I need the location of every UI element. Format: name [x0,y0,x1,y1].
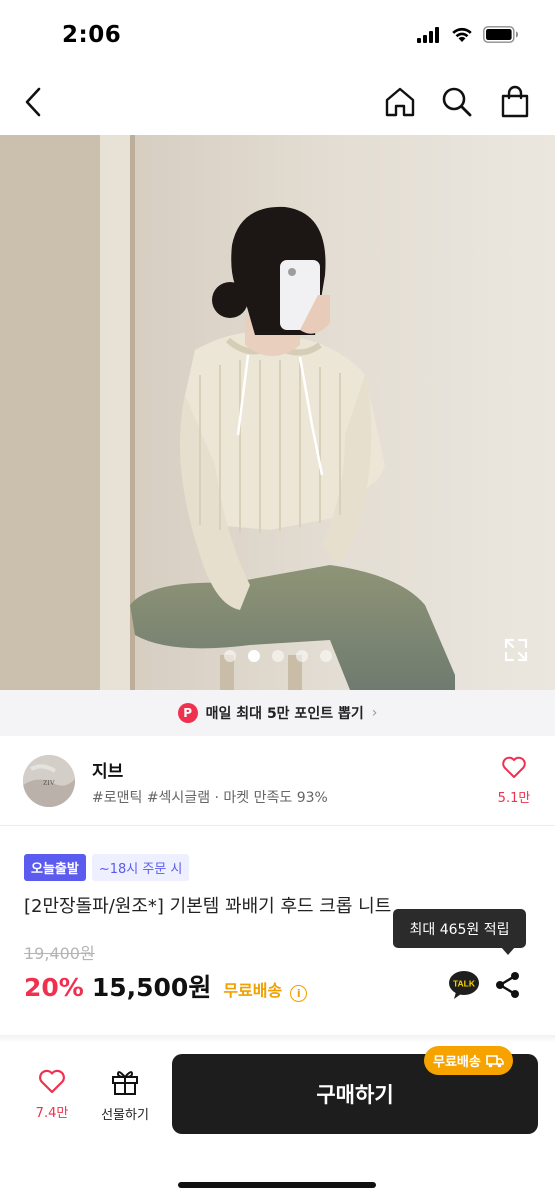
point-badge-icon: P [177,703,198,723]
badge-order-deadline: ~18시 주문 시 [91,854,190,881]
point-lottery-banner[interactable]: P 매일 최대 5만 포인트 뽑기 › [0,690,555,736]
bottom-bar-separator [0,1035,555,1043]
battery-icon [483,26,518,43]
divider [0,825,555,826]
free-shipping-pill-label: 무료배송 [433,1055,481,1070]
wifi-icon [452,27,472,42]
share-icon [496,972,519,998]
status-time: 2:06 [62,22,122,48]
store-name[interactable]: 지브 [92,757,123,782]
like-count: 7.4만 [35,1106,69,1121]
cart-button[interactable] [495,82,535,122]
free-shipping-label: 무료배송 [223,981,283,1000]
svg-text:TALK: TALK [453,979,476,989]
shopping-bag-icon [501,85,529,118]
kakao-talk-icon: TALK [449,971,479,999]
gift-label: 선물하기 [101,1108,149,1123]
chevron-right-icon: › [371,705,378,721]
search-icon [442,87,472,117]
tooltip-tail [501,947,515,955]
point-banner-text: 매일 최대 5만 포인트 뽑기 [205,706,364,722]
svg-text:ZIV: ZIV [43,779,55,787]
status-bar: 2:06 [0,0,555,72]
free-shipping-pill: 무료배송 [424,1046,513,1075]
truck-icon [486,1054,504,1067]
store-logo: ZIV [23,755,75,807]
store-tags: #로맨틱 #섹시글램 · 마켓 만족도 93% [92,790,328,806]
home-icon [385,87,415,117]
sale-price: 15,500원 [91,973,212,1002]
kakao-talk-button[interactable]: TALK [448,970,480,1000]
badge-today-delivery: 오늘출발 [24,854,86,881]
product-image[interactable] [0,135,555,690]
carousel-dot[interactable] [271,650,284,662]
status-icons [417,26,519,43]
points-tooltip: 최대 465원 적립 [393,909,526,948]
chevron-left-icon [25,87,41,117]
like-button[interactable]: 7.4만 [22,1068,82,1121]
cellular-signal-icon [417,26,439,43]
heart-icon [502,756,526,778]
product-photo [0,135,555,690]
store-info[interactable]: ZIV 지브 #로맨틱 #섹시글램 · 마켓 만족도 93% 5.1만 [0,737,555,825]
carousel-indicator [0,650,555,662]
store-avatar[interactable]: ZIV [23,755,75,807]
home-indicator [178,1182,376,1188]
carousel-dot[interactable] [295,650,308,662]
back-button[interactable] [14,82,54,122]
gift-icon [112,1071,138,1095]
search-button[interactable] [437,82,477,122]
carousel-dot[interactable] [223,650,236,662]
heart-icon [39,1069,65,1094]
carousel-dot-active[interactable] [247,650,260,662]
original-price: 19,400원 [24,944,95,963]
store-like-count: 5.1만 [497,791,531,806]
carousel-dot[interactable] [319,650,332,662]
info-icon[interactable]: i [290,985,308,1002]
home-button[interactable] [380,82,420,122]
product-title: [2만장돌파/원조*] 기본템 꽈배기 후드 크롭 니트 [24,896,392,917]
top-nav [0,72,555,134]
gift-button[interactable]: 선물하기 [95,1068,155,1123]
store-like-button[interactable]: 5.1만 [494,755,534,806]
discount-rate: 20% [24,973,84,1002]
delivery-badges: 오늘출발 ~18시 주문 시 [24,854,190,881]
price-row: 20% 15,500원 무료배송 i [24,968,308,1004]
share-button[interactable] [494,970,522,1000]
